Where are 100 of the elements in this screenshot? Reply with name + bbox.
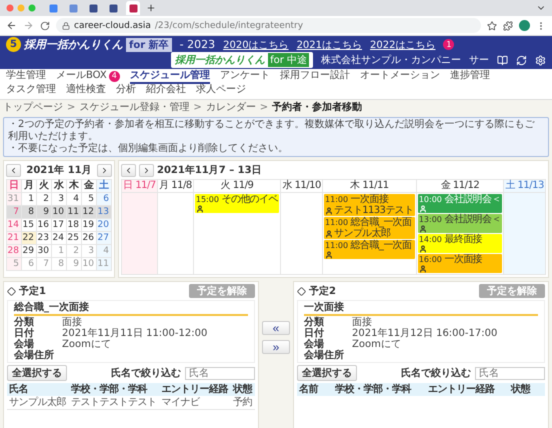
reload-icon[interactable] xyxy=(40,20,50,30)
calendar-day[interactable]: 18 xyxy=(67,219,82,232)
calendar-day[interactable]: 9 xyxy=(37,206,52,219)
day-header: 火 11/9 xyxy=(194,180,282,193)
person-icon xyxy=(418,245,427,253)
book-icon[interactable] xyxy=(497,54,508,66)
calendar-day[interactable]: 12 xyxy=(82,206,97,219)
calendar-day[interactable]: 16 xyxy=(37,219,52,232)
previous-month-button[interactable] xyxy=(6,164,21,176)
calendar-event[interactable]: 15:00 その他のイベ xyxy=(194,194,280,213)
nav-tab[interactable]: メールBOX 4 xyxy=(56,70,120,84)
nav-tab[interactable]: 分析 xyxy=(116,84,136,98)
nav-tab[interactable]: 適性検査 xyxy=(66,84,106,98)
calendar-day[interactable]: 6 xyxy=(97,193,112,206)
calendar-event[interactable]: 11:00 総合職_一次面 xyxy=(324,240,415,259)
star-icon[interactable] xyxy=(487,20,497,30)
nav-tab[interactable]: アンケート xyxy=(220,70,270,84)
year-link[interactable]: 2022はこちら xyxy=(370,38,436,52)
calendar-day[interactable]: 20 xyxy=(97,219,112,232)
browser-tab[interactable] xyxy=(126,1,140,15)
year-link[interactable]: 2020はこちら xyxy=(223,38,289,52)
refresh-icon[interactable] xyxy=(516,54,527,66)
select-all-button[interactable]: 全選択する xyxy=(7,365,67,381)
calendar-day[interactable]: 4 xyxy=(67,193,82,206)
address-field[interactable]: career-cloud.asia /23/com/schedule/integrateentry xyxy=(56,18,481,33)
nav-tab[interactable]: スケジュール管理 xyxy=(130,70,210,84)
calendar-day[interactable]: 17 xyxy=(52,219,67,232)
breadcrumb-link[interactable]: トップページ xyxy=(3,102,63,114)
nav-tab[interactable]: 求人ページ xyxy=(196,84,246,98)
previous-week-button[interactable] xyxy=(121,164,136,176)
person-icon xyxy=(418,265,427,273)
year-text: - 2023 xyxy=(180,38,216,51)
breadcrumb-link[interactable]: カレンダー xyxy=(206,102,256,114)
table-cell: サンプル太郎 xyxy=(7,396,69,410)
day-header: 月 11/8 xyxy=(158,180,194,193)
move-left-button[interactable]: « xyxy=(262,321,290,335)
nav-tab[interactable]: 学生管理 xyxy=(6,70,46,84)
next-week-button[interactable] xyxy=(139,164,154,176)
weekday-header: 水 xyxy=(52,180,67,193)
calendar-day[interactable]: 23 xyxy=(37,232,52,245)
calendar-day[interactable]: 19 xyxy=(82,219,97,232)
calendar-day[interactable]: 25 xyxy=(67,232,82,245)
calendar-day[interactable]: 27 xyxy=(97,232,112,245)
calendar-day[interactable]: 1 xyxy=(22,193,37,206)
nav-tab[interactable]: タスク管理 xyxy=(6,84,56,98)
settings-icon[interactable] xyxy=(535,54,546,66)
calendar-event[interactable]: 11:00 総合職_一次面 サンプル太郎 xyxy=(324,217,415,239)
day-header: 金 11/12 xyxy=(416,180,504,193)
nav-tab[interactable]: オートメーション xyxy=(360,70,440,84)
nav-tab[interactable]: 進捗管理 xyxy=(450,70,490,84)
filter-label: 氏名で絞り込む xyxy=(401,366,471,380)
calendar-day[interactable]: 15 xyxy=(22,219,37,232)
table-cell: テストテストテスト xyxy=(69,396,160,410)
calendar-event[interactable]: 13:00 会社説明会＜ xyxy=(418,214,502,233)
name-filter-field[interactable]: 氏名 xyxy=(185,366,255,380)
column-header: エントリー経路 xyxy=(426,383,510,396)
calendar-day[interactable]: 3 xyxy=(52,193,67,206)
field-value: Zoomにて xyxy=(352,339,401,350)
avatar-icon[interactable] xyxy=(519,20,530,31)
calendar-day[interactable]: 30 xyxy=(37,245,52,258)
breadcrumb-separator: > xyxy=(193,102,202,114)
user-name[interactable]: サー xyxy=(469,53,489,67)
select-all-button[interactable]: 全選択する xyxy=(297,365,357,381)
back-icon[interactable] xyxy=(6,20,17,31)
calendar-day[interactable]: 8 xyxy=(22,206,37,219)
nav-tab[interactable]: 紹介会社 xyxy=(146,84,186,98)
calendar-event[interactable]: 16:00 一次面接 xyxy=(418,254,502,273)
calendar-day[interactable]: 22 xyxy=(22,232,37,245)
calendar-day[interactable]: 29 xyxy=(22,245,37,258)
field-label: 会場住所 xyxy=(14,350,55,361)
year-link[interactable]: 2021はこちら xyxy=(296,38,362,52)
calendar-event[interactable]: 11:00 一次面接 テスト1133テスト xyxy=(324,194,415,216)
weekday-header: 金 xyxy=(82,180,97,193)
calendar-day[interactable]: 10 xyxy=(52,206,67,219)
weekday-header: 土 xyxy=(97,180,112,193)
column-header: 状態 xyxy=(509,383,545,396)
calendar-day[interactable]: 5 xyxy=(82,193,97,206)
calendar-day[interactable]: 11 xyxy=(67,206,82,219)
breadcrumb-link[interactable]: スケジュール登録・管理 xyxy=(79,102,190,114)
new-tab-icon[interactable] xyxy=(146,3,156,13)
calendar-event[interactable]: 14:00 最終面接 xyxy=(418,234,502,253)
calendar-day[interactable]: 2 xyxy=(37,193,52,206)
field-value: 面接 xyxy=(352,317,372,328)
mid-career-logo[interactable]: 採用一括かんりくん for 中途 xyxy=(171,52,313,68)
move-right-button[interactable]: » xyxy=(262,340,290,354)
calendar-day[interactable]: 24 xyxy=(52,232,67,245)
puzzle-icon[interactable] xyxy=(503,20,513,30)
calendar-day[interactable]: 26 xyxy=(82,232,97,245)
next-month-button[interactable] xyxy=(97,164,112,176)
calendar-day[interactable]: 14 xyxy=(7,219,22,232)
person-icon xyxy=(325,206,334,214)
chevron-right-icon xyxy=(142,166,151,174)
nav-tab[interactable]: 採用フロー設計 xyxy=(280,70,350,84)
breadcrumb-separator: > xyxy=(260,102,268,114)
field-label: 会場住所 xyxy=(304,350,345,361)
name-filter-field[interactable]: 氏名 xyxy=(475,366,545,380)
breadcrumb-link[interactable]: 予約者・参加者移動 xyxy=(272,102,362,114)
schedule-label: 予定1 xyxy=(19,284,47,298)
event-title: 総合職_一次面接 xyxy=(14,302,248,316)
chevron-left-icon xyxy=(124,166,133,174)
